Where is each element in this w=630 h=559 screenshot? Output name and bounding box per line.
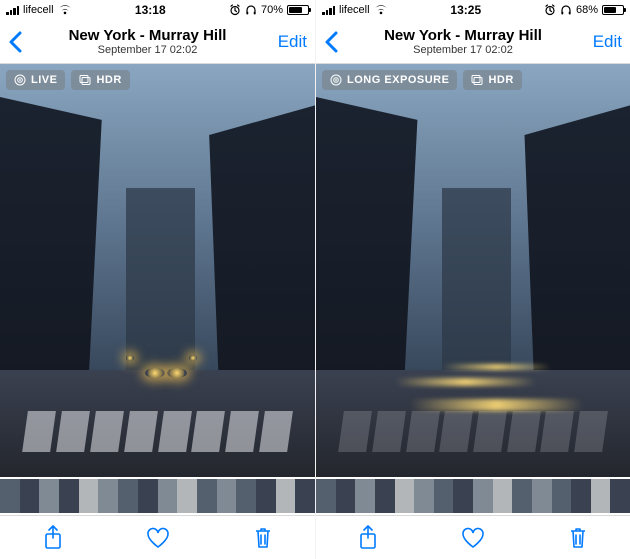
thumbnail-strip[interactable] [0, 477, 315, 515]
edit-button[interactable]: Edit [578, 32, 622, 52]
wifi-icon [374, 5, 388, 15]
battery-icon [287, 5, 309, 15]
battery-pct: 68% [576, 4, 598, 16]
delete-button[interactable] [210, 516, 315, 559]
signal-icon [6, 5, 19, 15]
page-subtitle: September 17 02:02 [32, 44, 263, 57]
edit-button[interactable]: Edit [263, 32, 307, 52]
clock: 13:25 [450, 3, 481, 17]
back-button[interactable] [8, 31, 32, 53]
screen-live: lifecell 13:18 70% New York - Murray Hil… [0, 0, 315, 559]
hdr-icon [471, 74, 483, 86]
delete-button[interactable] [525, 516, 630, 559]
favorite-button[interactable] [105, 516, 210, 559]
page-title: New York - Murray Hill [32, 27, 263, 44]
clock: 13:18 [135, 3, 166, 17]
wifi-icon [58, 5, 72, 15]
hdr-badge[interactable]: HDR [71, 70, 129, 90]
headphones-icon [245, 4, 257, 16]
long-exposure-icon [330, 74, 342, 86]
photo-viewer[interactable]: LONG EXPOSURE HDR [316, 64, 630, 477]
live-icon [14, 74, 26, 86]
hdr-badge-label: HDR [488, 74, 513, 86]
nav-bar: New York - Murray Hill September 17 02:0… [0, 20, 315, 64]
page-title: New York - Murray Hill [348, 27, 578, 44]
alarm-icon [544, 4, 556, 16]
toolbar [0, 515, 315, 559]
battery-pct: 70% [261, 4, 283, 16]
carrier-label: lifecell [23, 4, 54, 16]
carrier-label: lifecell [339, 4, 370, 16]
long-exposure-badge-label: LONG EXPOSURE [347, 74, 449, 86]
long-exposure-badge[interactable]: LONG EXPOSURE [322, 70, 457, 90]
share-button[interactable] [0, 516, 105, 559]
live-badge-label: LIVE [31, 74, 57, 86]
alarm-icon [229, 4, 241, 16]
battery-icon [602, 5, 624, 15]
screen-long-exposure: lifecell 13:25 68% New York - Murray Hil… [315, 0, 630, 559]
favorite-button[interactable] [421, 516, 526, 559]
thumbnail-strip[interactable] [316, 477, 630, 515]
hdr-badge[interactable]: HDR [463, 70, 521, 90]
status-bar: lifecell 13:25 68% [316, 0, 630, 20]
status-bar: lifecell 13:18 70% [0, 0, 315, 20]
share-button[interactable] [316, 516, 421, 559]
nav-bar: New York - Murray Hill September 17 02:0… [316, 20, 630, 64]
page-subtitle: September 17 02:02 [348, 44, 578, 57]
live-badge[interactable]: LIVE [6, 70, 65, 90]
toolbar [316, 515, 630, 559]
hdr-icon [79, 74, 91, 86]
headphones-icon [560, 4, 572, 16]
signal-icon [322, 5, 335, 15]
hdr-badge-label: HDR [96, 74, 121, 86]
back-button[interactable] [324, 31, 348, 53]
photo-viewer[interactable]: LIVE HDR [0, 64, 315, 477]
